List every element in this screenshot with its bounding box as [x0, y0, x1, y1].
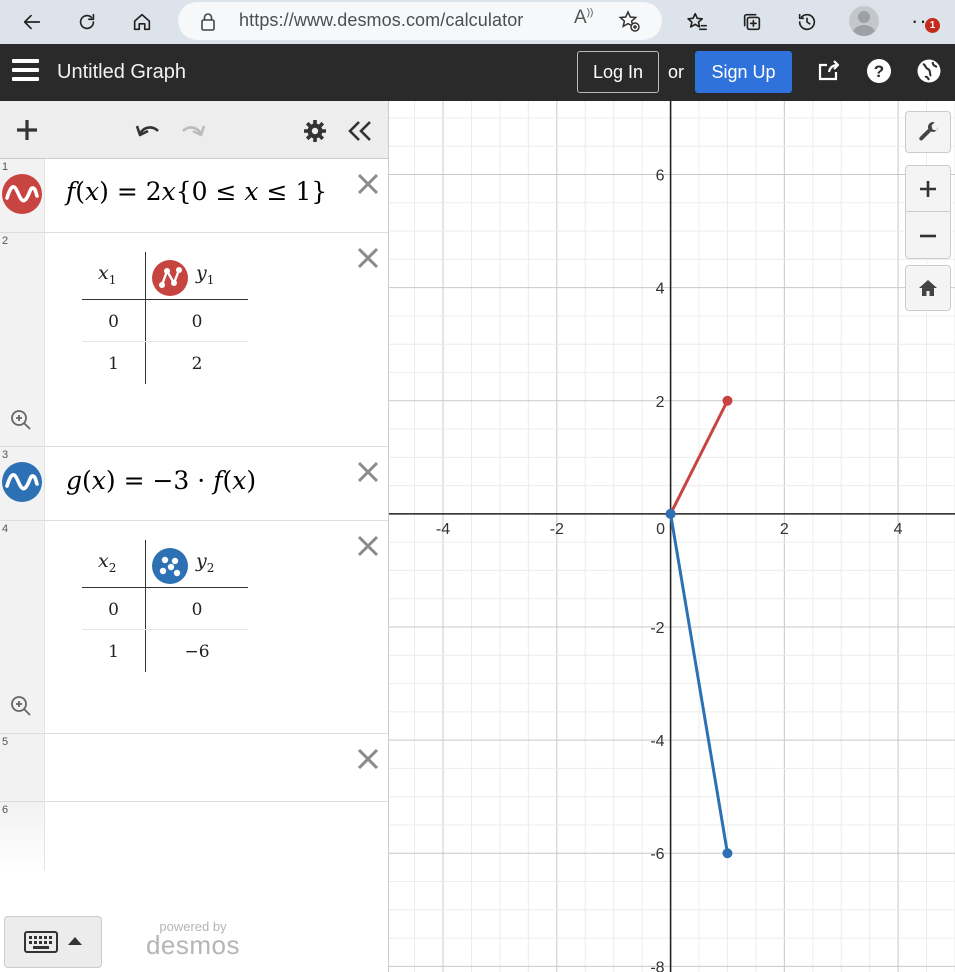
expression-number: 6: [2, 804, 9, 816]
empty-expression-item[interactable]: 6: [0, 802, 388, 870]
table-cell[interactable]: 1: [82, 642, 145, 662]
x-tick-label: -2: [550, 521, 564, 538]
table-row: 0 0: [82, 300, 248, 342]
login-button[interactable]: Log In: [577, 51, 659, 93]
points-icon[interactable]: [152, 548, 188, 584]
table-cell[interactable]: −6: [146, 642, 248, 662]
delete-expression-icon[interactable]: [355, 746, 381, 772]
x-tick-label: -4: [436, 521, 450, 538]
empty-expression-item[interactable]: 5: [0, 734, 388, 802]
zoom-fit-icon[interactable]: [9, 694, 33, 718]
expression-number: 4: [2, 523, 9, 535]
x-tick-label: 2: [780, 521, 789, 538]
collections-icon[interactable]: [734, 4, 770, 40]
delete-expression-icon[interactable]: [355, 245, 381, 271]
expression-number: 1: [2, 161, 9, 173]
points-lines-icon[interactable]: [152, 260, 188, 296]
y-tick-label: 2: [656, 394, 665, 411]
graph-color-icon-red[interactable]: [2, 174, 42, 214]
keypad-toggle-button[interactable]: [4, 916, 102, 968]
expression-item[interactable]: 3 g(x) = −3 · f(x): [0, 447, 388, 521]
expression-panel: 1 f(x) = 2x{0 ≤ x ≤ 1} 2 x1 y1 0 0 1 2 3…: [0, 101, 389, 972]
redo-icon[interactable]: [178, 117, 208, 143]
read-aloud-icon[interactable]: A)): [574, 7, 593, 29]
y-tick-label: -6: [650, 846, 664, 863]
default-viewport-home-button[interactable]: [905, 265, 951, 311]
x-tick-label: 4: [894, 521, 903, 538]
expression-item[interactable]: 1 f(x) = 2x{0 ≤ x ≤ 1}: [0, 159, 388, 233]
delete-expression-icon[interactable]: [355, 533, 381, 559]
language-globe-icon[interactable]: [914, 56, 944, 86]
data-table[interactable]: x2 y2 0 0 1 −6: [82, 540, 248, 672]
table-cell[interactable]: 1: [82, 354, 145, 374]
add-item-icon[interactable]: [14, 117, 40, 143]
table-header-y1[interactable]: y1: [196, 262, 214, 287]
table-cell[interactable]: 2: [146, 354, 248, 374]
expression-toolbar: [0, 101, 388, 159]
table-row: 1 2: [82, 342, 248, 384]
expression-number: 3: [2, 449, 9, 461]
help-icon[interactable]: ?: [864, 56, 894, 86]
data-point: [665, 508, 676, 519]
y-tick-label: -2: [650, 620, 664, 637]
zoom-out-button[interactable]: [906, 213, 950, 259]
table-cell[interactable]: 0: [146, 312, 248, 332]
add-favorite-icon[interactable]: [617, 9, 641, 38]
zoom-in-button[interactable]: [906, 166, 950, 212]
favorites-icon[interactable]: [679, 4, 715, 40]
signup-button[interactable]: Sign Up: [695, 51, 792, 93]
delete-expression-icon[interactable]: [355, 171, 381, 197]
zoom-fit-icon[interactable]: [9, 408, 33, 432]
graph-title[interactable]: Untitled Graph: [57, 61, 186, 84]
table-item[interactable]: 4 x2 y2 0 0 1 −6: [0, 521, 388, 734]
menu-icon[interactable]: [12, 59, 39, 83]
x-tick-label: 0: [656, 521, 665, 538]
table-header-y2[interactable]: y2: [196, 550, 214, 575]
browser-toolbar: https://www.desmos.com/calculator A)) ··…: [0, 0, 955, 44]
history-icon[interactable]: [789, 4, 825, 40]
y-tick-label: 4: [656, 281, 665, 298]
table-row: 1 −6: [82, 630, 248, 672]
undo-icon[interactable]: [133, 117, 163, 143]
zoom-controls: [905, 165, 951, 259]
settings-gear-icon[interactable]: [302, 118, 328, 144]
share-icon[interactable]: [814, 56, 844, 86]
expression-math[interactable]: f(x) = 2x{0 ≤ x ≤ 1}: [66, 177, 327, 206]
expression-number: 5: [2, 736, 9, 748]
table-item[interactable]: 2 x1 y1 0 0 1 2: [0, 233, 388, 447]
y-tick-label: -8: [650, 959, 664, 972]
graph-settings-button[interactable]: [905, 111, 951, 153]
or-label: or: [668, 62, 685, 82]
graph-color-icon-blue[interactable]: [2, 462, 42, 502]
desmos-header: Untitled Graph Log In or Sign Up ?: [0, 44, 955, 101]
profile-avatar[interactable]: [849, 6, 879, 36]
refresh-icon[interactable]: [69, 4, 105, 40]
lock-icon: [200, 12, 216, 37]
expression-number: 2: [2, 235, 9, 247]
table-cell[interactable]: 0: [82, 600, 145, 620]
powered-by-desmos-logo[interactable]: powered by desmos: [142, 919, 244, 961]
home-icon[interactable]: [124, 4, 160, 40]
graph-paper[interactable]: -4 -2 0 2 4 6 4 2 -2 -4 -6 -8: [389, 101, 955, 972]
table-header-x1[interactable]: x1: [98, 262, 116, 287]
data-point: [722, 848, 733, 859]
address-bar[interactable]: https://www.desmos.com/calculator A)): [178, 2, 662, 40]
collapse-panel-icon[interactable]: [346, 118, 374, 144]
table-header-x2[interactable]: x2: [98, 550, 116, 575]
table-row: 0 0: [82, 588, 248, 630]
table-cell[interactable]: 0: [82, 312, 145, 332]
y-tick-label: -4: [650, 733, 664, 750]
expression-math[interactable]: g(x) = −3 · f(x): [66, 466, 256, 495]
back-icon[interactable]: [14, 4, 50, 40]
graph-canvas[interactable]: -4 -2 0 2 4 6 4 2 -2 -4 -6 -8: [389, 101, 955, 972]
svg-text:?: ?: [874, 62, 884, 81]
url-text: https://www.desmos.com/calculator: [239, 10, 524, 30]
data-point: [722, 395, 733, 406]
y-tick-label: 6: [656, 168, 665, 185]
data-table[interactable]: x1 y1 0 0 1 2: [82, 252, 248, 384]
table-cell[interactable]: 0: [146, 600, 248, 620]
delete-expression-icon[interactable]: [355, 459, 381, 485]
notification-badge: 1: [925, 18, 940, 33]
